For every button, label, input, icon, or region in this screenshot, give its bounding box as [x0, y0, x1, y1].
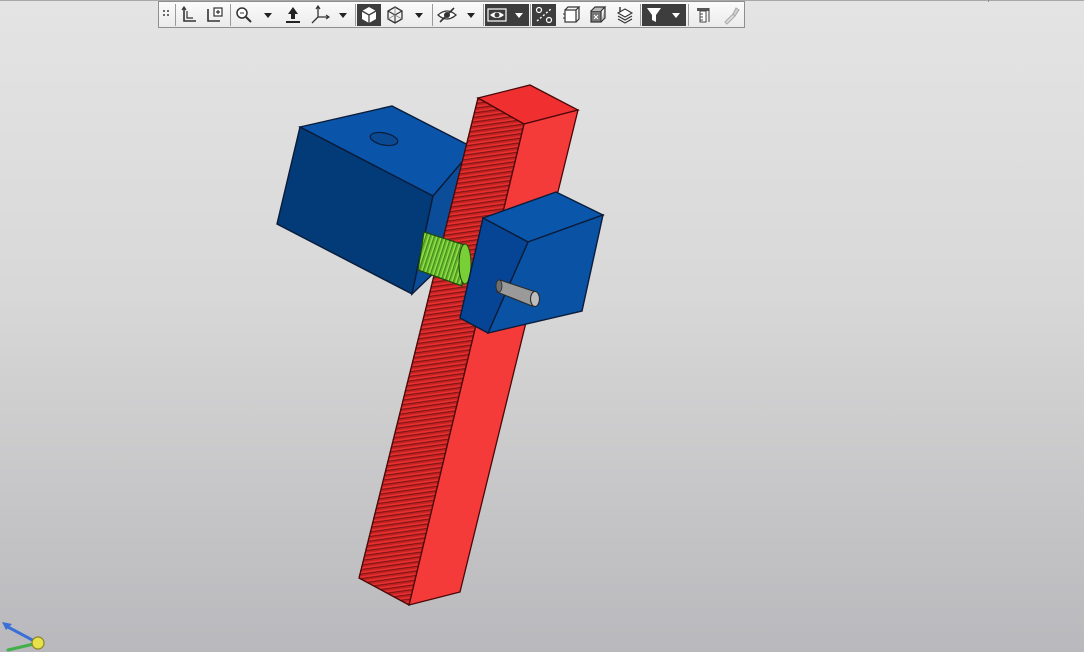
shaft-root [495, 279, 503, 293]
triad-origin [31, 636, 45, 650]
axis-triad[interactable] [2, 622, 45, 652]
model-viewport[interactable] [0, 0, 1084, 652]
shaft-end [529, 290, 541, 308]
assembly-model [2, 84, 605, 652]
